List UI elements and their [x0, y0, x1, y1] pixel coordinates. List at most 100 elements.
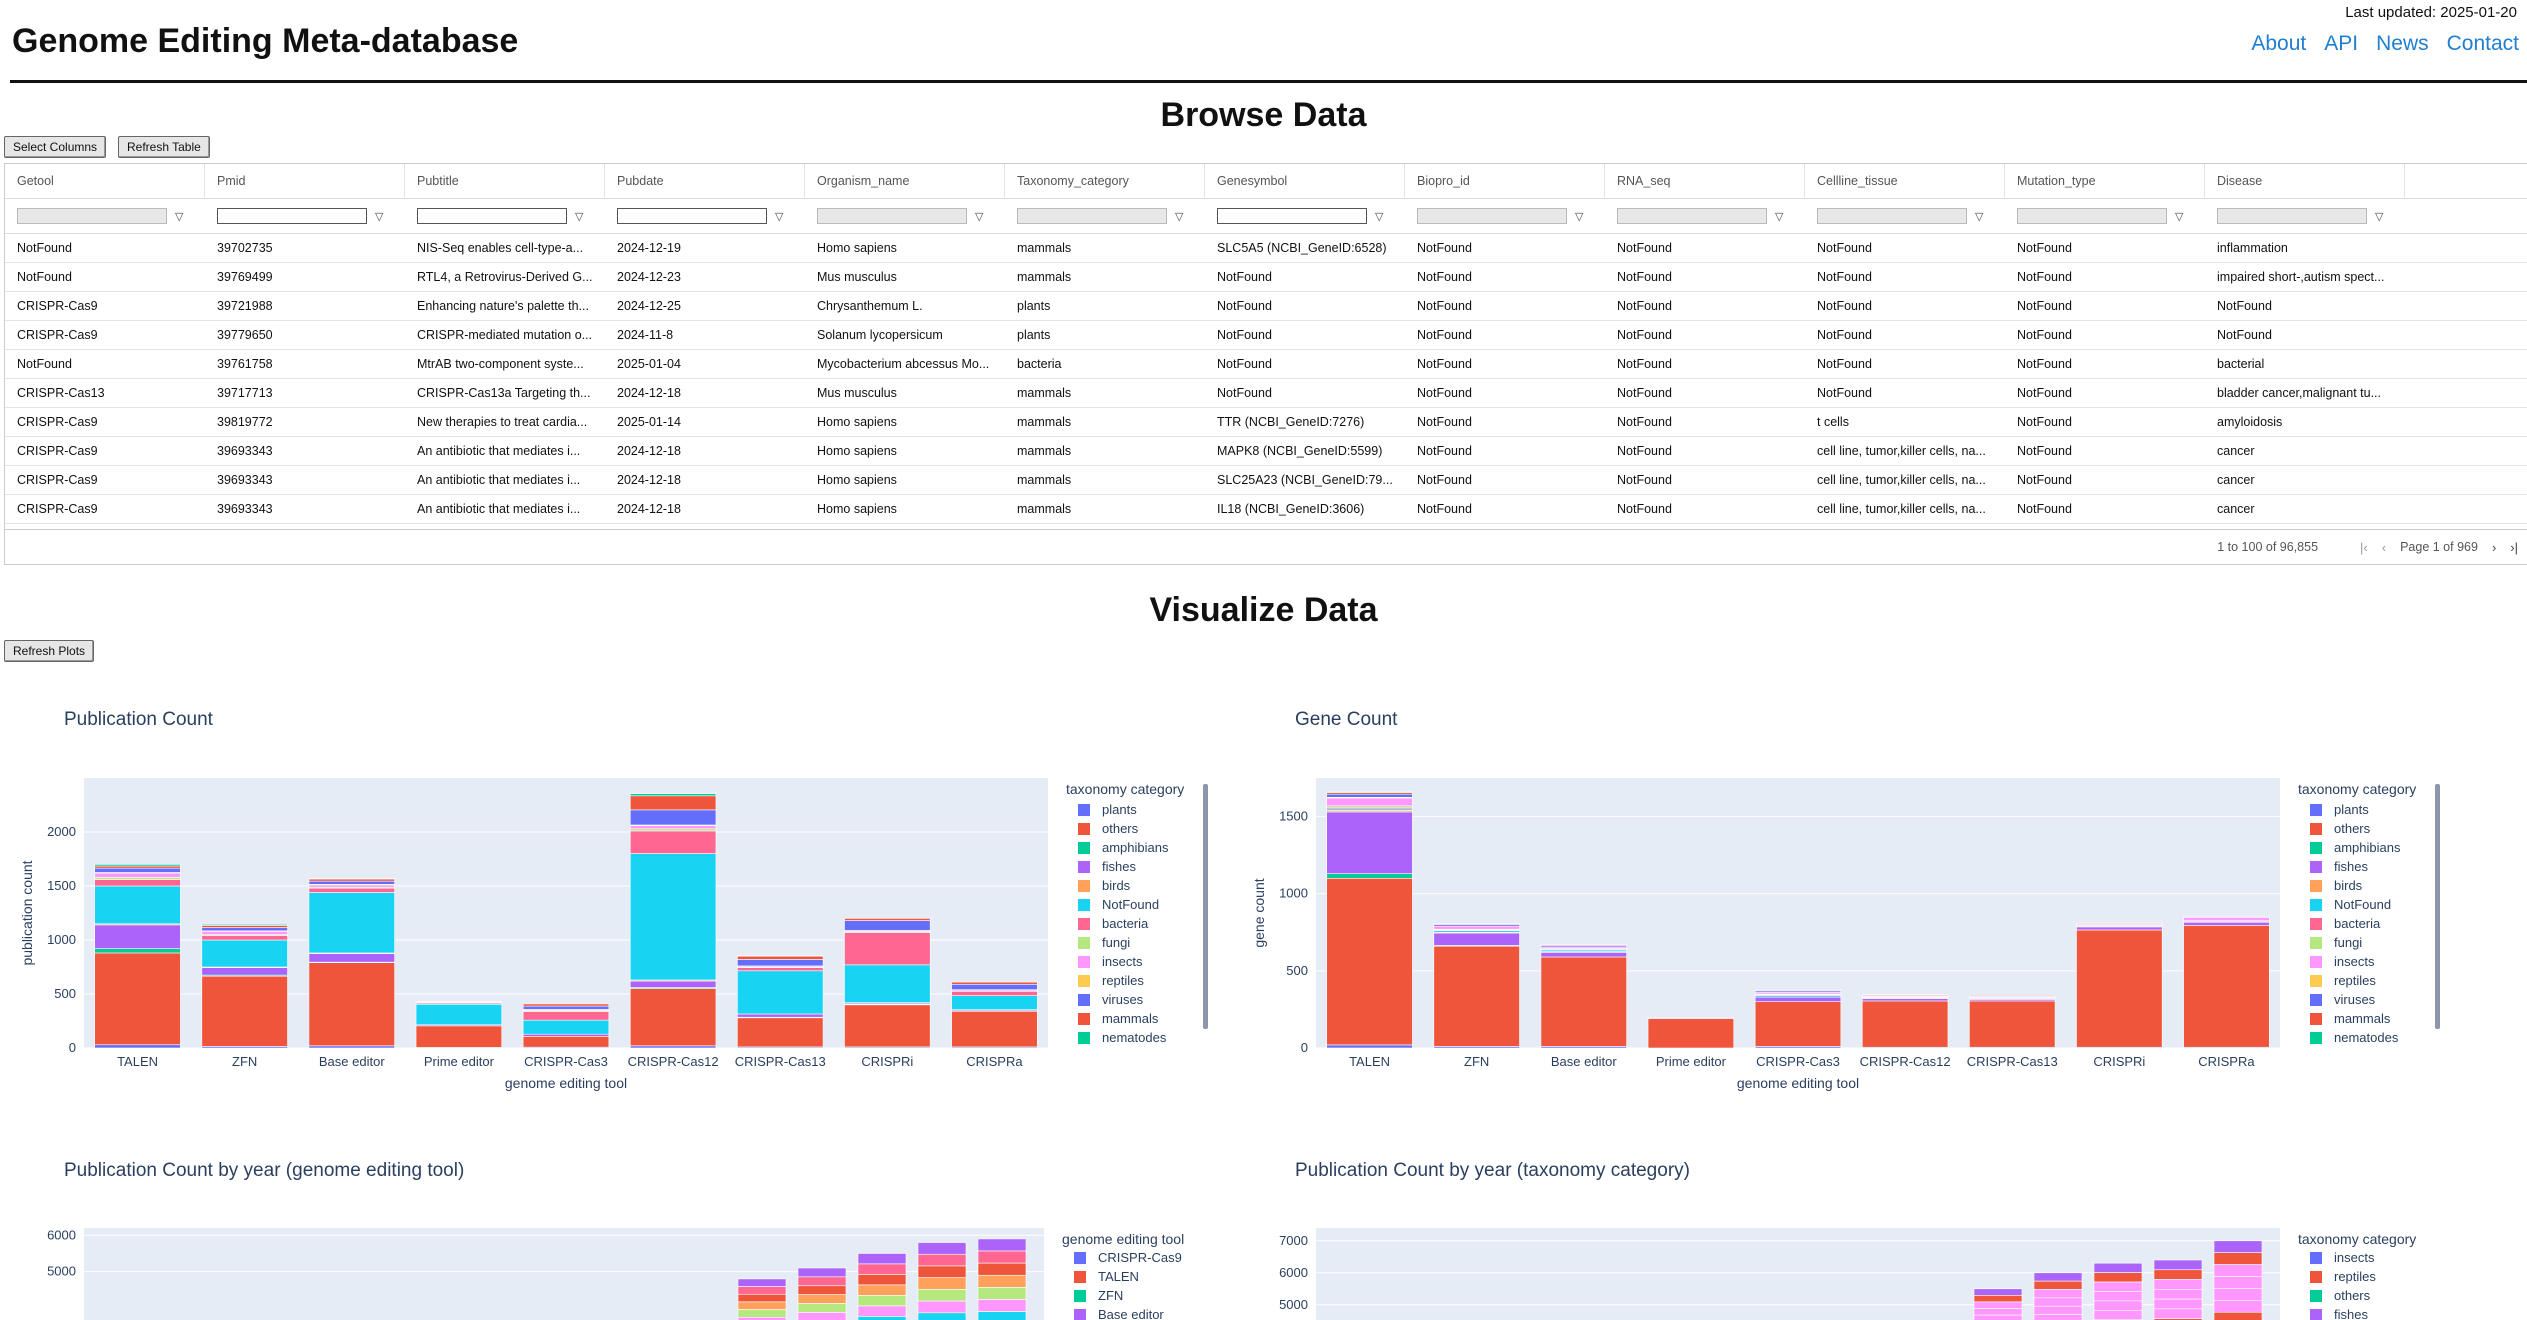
nav-api-link[interactable]: API — [2324, 32, 2358, 56]
table-row[interactable]: CRISPR-Cas939693343An antibiotic that me… — [5, 524, 2527, 528]
table-row[interactable]: CRISPR-Cas13 39717713 CRISPR-Cas13a Target… — [5, 379, 2527, 408]
legend-item-nematodes[interactable]: nematodes — [2310, 1030, 2399, 1045]
table-row[interactable]: CRISPR-Cas9 39721988 Enhancing nature's pa… — [5, 292, 2527, 321]
legend-item-fishes[interactable]: fishes — [2310, 859, 2368, 874]
column-header-organism-name[interactable]: Organism_name — [805, 164, 1005, 198]
filter-icon[interactable]: ▽ — [1975, 210, 1983, 223]
pub-by-year-tool-chart[interactable]: 5000 6000 genome editing tool CRISPR-Cas9 TA… — [0, 1220, 1240, 1320]
filter-icon[interactable]: ▽ — [1175, 210, 1183, 223]
filter-input-mutation-type[interactable] — [2017, 208, 2167, 224]
legend-scrollbar[interactable] — [2435, 784, 2440, 1029]
nav-contact-link[interactable]: Contact — [2447, 32, 2519, 56]
legend-item-zfn[interactable]: ZFN — [1074, 1288, 1123, 1303]
legend-item-notfound[interactable]: NotFound — [1078, 897, 1159, 912]
filter-icon[interactable]: ▽ — [575, 210, 583, 223]
next-page-icon[interactable]: › — [2492, 540, 2496, 555]
legend-item-insects[interactable]: insects — [2310, 954, 2375, 969]
column-header-disease[interactable]: Disease — [2205, 164, 2405, 198]
legend-item-others[interactable]: others — [2310, 1288, 2371, 1303]
legend-item-plants[interactable]: plants — [2310, 802, 2369, 817]
legend-scrollbar[interactable] — [1203, 784, 1208, 1029]
filter-input-taxonomy-category[interactable] — [1017, 208, 1167, 224]
refresh-plots-button[interactable]: Refresh Plots — [4, 640, 95, 662]
legend-item-notfound[interactable]: NotFound — [2310, 897, 2391, 912]
filter-icon[interactable]: ▽ — [2375, 210, 2383, 223]
legend-item-fungi[interactable]: fungi — [1078, 935, 1130, 950]
table-row[interactable]: NotFound 39702735 NIS-Seq enables cell-typ… — [5, 234, 2527, 263]
column-header-taxonomy-category[interactable]: Taxonomy_category — [1005, 164, 1205, 198]
legend-item-reptiles[interactable]: reptiles — [2310, 973, 2376, 988]
legend-item-reptiles[interactable]: reptiles — [2310, 1269, 2376, 1284]
column-header-mutation-type[interactable]: Mutation_type — [2005, 164, 2205, 198]
legend-item-base-editor[interactable]: Base editor — [1074, 1307, 1164, 1320]
gene-count-chart[interactable]: 0 500 1000 1500 TALEN ZFN Base editor Prime edi… — [1232, 770, 2492, 1100]
legend-label: plants — [1102, 802, 1137, 817]
filter-input-organism-name[interactable] — [817, 208, 967, 224]
legend-item-amphibians[interactable]: amphibians — [1078, 840, 1169, 855]
filter-input-biopro-id[interactable] — [1417, 208, 1567, 224]
nav-about-link[interactable]: About — [2251, 32, 2306, 56]
filter-icon[interactable]: ▽ — [375, 210, 383, 223]
filter-icon[interactable]: ▽ — [1575, 210, 1583, 223]
filter-icon[interactable]: ▽ — [775, 210, 783, 223]
legend-item-insects[interactable]: insects — [2310, 1250, 2375, 1265]
column-header-pubtitle[interactable]: Pubtitle — [405, 164, 605, 198]
legend-item-fishes[interactable]: fishes — [1078, 859, 1136, 874]
filter-icon[interactable]: ▽ — [175, 210, 183, 223]
table-row[interactable]: CRISPR-Cas939693343An antibiotic that me… — [5, 495, 2527, 524]
legend-item-others[interactable]: others — [1078, 821, 1139, 836]
column-header-rna-seq[interactable]: RNA_seq — [1605, 164, 1805, 198]
legend-item-viruses[interactable]: viruses — [2310, 992, 2376, 1007]
filter-icon[interactable]: ▽ — [975, 210, 983, 223]
nav-news-link[interactable]: News — [2376, 32, 2429, 56]
legend-item-nematodes[interactable]: nematodes — [1078, 1030, 1167, 1045]
filter-input-rna-seq[interactable] — [1617, 208, 1767, 224]
legend-item-others[interactable]: others — [2310, 821, 2371, 836]
grid-body[interactable]: NotFound 39702735 NIS-Seq enables cell-typ… — [5, 234, 2527, 528]
legend-item-birds[interactable]: birds — [1078, 878, 1131, 893]
table-row[interactable]: CRISPR-Cas939693343An antibiotic that me… — [5, 437, 2527, 466]
legend-item-mammals[interactable]: mammals — [2310, 1011, 2391, 1026]
filter-input-cellline-tissue[interactable] — [1817, 208, 1967, 224]
legend-item-mammals[interactable]: mammals — [1078, 1011, 1159, 1026]
legend-item-crispr-cas9[interactable]: CRISPR-Cas9 — [1074, 1250, 1182, 1265]
select-columns-button[interactable]: Select Columns — [4, 136, 107, 158]
filter-input-pmid[interactable] — [217, 208, 367, 224]
filter-icon[interactable]: ▽ — [1775, 210, 1783, 223]
table-row[interactable]: CRISPR-Cas939693343An antibiotic that me… — [5, 466, 2527, 495]
filter-input-pubdate[interactable] — [617, 208, 767, 224]
filter-icon[interactable]: ▽ — [2175, 210, 2183, 223]
pub-by-year-taxonomy-chart[interactable]: 5000 6000 7000 taxonomy category insects rept… — [1232, 1220, 2492, 1320]
legend-item-talen[interactable]: TALEN — [1074, 1269, 1139, 1284]
filter-input-pubtitle[interactable] — [417, 208, 567, 224]
legend-item-fungi[interactable]: fungi — [2310, 935, 2362, 950]
column-header-biopro-id[interactable]: Biopro_id — [1405, 164, 1605, 198]
legend-item-bacteria[interactable]: bacteria — [2310, 916, 2381, 931]
column-header-pmid[interactable]: Pmid — [205, 164, 405, 198]
legend-item-fishes[interactable]: fishes — [2310, 1307, 2368, 1320]
column-header-cellline-tissue[interactable]: Cellline_tissue — [1805, 164, 2005, 198]
refresh-table-button[interactable]: Refresh Table — [118, 136, 210, 158]
filter-input-getool[interactable] — [17, 208, 167, 224]
filter-input-disease[interactable] — [2217, 208, 2367, 224]
legend-item-reptiles[interactable]: reptiles — [1078, 973, 1144, 988]
legend-item-insects[interactable]: insects — [1078, 954, 1143, 969]
column-header-pubdate[interactable]: Pubdate — [605, 164, 805, 198]
filter-input-genesymbol[interactable] — [1217, 208, 1367, 224]
previous-page-icon[interactable]: ‹ — [2382, 540, 2386, 555]
legend-item-plants[interactable]: plants — [1078, 802, 1137, 817]
publication-count-chart[interactable]: 0 500 1000 1500 2000 TALEN ZFN Base editor Prime… — [0, 770, 1240, 1100]
legend-item-amphibians[interactable]: amphibians — [2310, 840, 2401, 855]
table-row[interactable]: NotFound 39761758 MtrAB two-component syst… — [5, 350, 2527, 379]
first-page-icon[interactable]: |‹ — [2360, 540, 2368, 555]
table-row[interactable]: CRISPR-Cas9 39779650 CRISPR-mediated mutat… — [5, 321, 2527, 350]
column-header-genesymbol[interactable]: Genesymbol — [1205, 164, 1405, 198]
column-header-getool[interactable]: Getool — [5, 164, 205, 198]
legend-item-viruses[interactable]: viruses — [1078, 992, 1144, 1007]
legend-item-bacteria[interactable]: bacteria — [1078, 916, 1149, 931]
last-page-icon[interactable]: ›| — [2510, 540, 2518, 555]
filter-icon[interactable]: ▽ — [1375, 210, 1383, 223]
table-row[interactable]: NotFound 39769499 RTL4, a Retrovirus-Deriv… — [5, 263, 2527, 292]
table-row[interactable]: CRISPR-Cas9 39819772 New therapies to trea… — [5, 408, 2527, 437]
legend-item-birds[interactable]: birds — [2310, 878, 2363, 893]
